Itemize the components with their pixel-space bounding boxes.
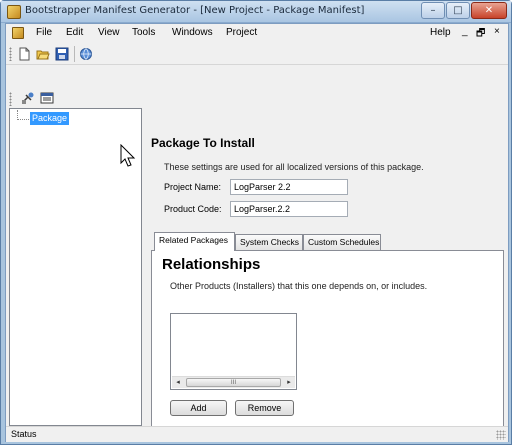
section-title: Package To Install (151, 136, 255, 150)
menu-tools[interactable]: Tools (132, 27, 155, 38)
tree-connector (17, 119, 29, 120)
properties-icon[interactable] (38, 89, 56, 107)
menu-help[interactable]: Help (430, 27, 451, 38)
status-text: Status (11, 429, 37, 439)
toolbar-grip[interactable] (9, 47, 12, 61)
close-button[interactable]: ✕ (471, 2, 507, 19)
relationships-description: Other Products (Installers) that this on… (170, 281, 428, 291)
section-description: These settings are used for all localize… (164, 162, 424, 172)
tree-toolbar (6, 88, 140, 108)
toolbar-separator (74, 46, 75, 62)
mouse-pointer-icon (120, 143, 136, 171)
horizontal-scrollbar[interactable]: ◂ III ▸ (172, 376, 295, 388)
menu-view[interactable]: View (98, 27, 120, 38)
mdi-close-button[interactable]: × (494, 26, 500, 37)
status-bar: Status (6, 426, 508, 442)
product-code-label: Product Code: (164, 204, 222, 214)
menu-edit[interactable]: Edit (66, 27, 83, 38)
add-package-icon[interactable] (19, 89, 37, 107)
window-title: Bootstrapper Manifest Generator - [New P… (25, 5, 365, 16)
scroll-left-icon[interactable]: ◂ (172, 377, 184, 388)
related-packages-panel: Relationships Other Products (Installers… (151, 250, 504, 432)
mdi-restore-button[interactable]: 🗗 (476, 26, 485, 43)
mdi-minimize-button[interactable]: _ (462, 26, 468, 37)
minimize-button[interactable]: – (421, 2, 445, 19)
tab-related-packages[interactable]: Related Packages (154, 232, 235, 251)
main-toolbar (6, 43, 508, 65)
title-bar[interactable]: Bootstrapper Manifest Generator - [New P… (1, 1, 511, 23)
tree-node-package[interactable]: Package (30, 112, 70, 125)
menu-windows[interactable]: Windows (172, 27, 213, 38)
menu-project[interactable]: Project (226, 27, 257, 38)
tab-custom-schedules[interactable]: Custom Schedules (303, 234, 381, 250)
product-code-field[interactable]: LogParser.2.2 (230, 201, 348, 217)
relationships-title: Relationships (162, 256, 261, 273)
resize-grip-icon[interactable] (496, 430, 506, 440)
menu-file[interactable]: File (36, 27, 52, 38)
build-globe-icon[interactable] (77, 45, 95, 63)
related-packages-list[interactable]: ◂ III ▸ (170, 313, 297, 390)
tab-system-checks[interactable]: System Checks (235, 234, 303, 250)
project-name-field[interactable]: LogParser 2.2 (230, 179, 348, 195)
client-area: File Edit View Tools Windows Project Hel… (5, 23, 509, 442)
menu-bar: File Edit View Tools Windows Project Hel… (6, 24, 508, 43)
project-name-label: Project Name: (164, 182, 222, 192)
remove-button[interactable]: Remove (235, 400, 294, 416)
document-icon[interactable] (12, 27, 24, 39)
tree-toolbar-grip[interactable] (9, 92, 12, 106)
add-button[interactable]: Add (170, 400, 227, 416)
scroll-right-icon[interactable]: ▸ (283, 377, 295, 388)
window-controls: – □ ✕ (421, 2, 507, 19)
scroll-thumb[interactable]: III (186, 378, 281, 387)
save-icon[interactable] (53, 45, 71, 63)
new-file-icon[interactable] (15, 45, 33, 63)
app-icon[interactable] (7, 5, 21, 19)
open-folder-icon[interactable] (34, 45, 52, 63)
maximize-button[interactable]: □ (446, 2, 470, 19)
package-details-panel: Package To Install These settings are us… (147, 108, 507, 432)
app-window: Bootstrapper Manifest Generator - [New P… (0, 0, 512, 445)
